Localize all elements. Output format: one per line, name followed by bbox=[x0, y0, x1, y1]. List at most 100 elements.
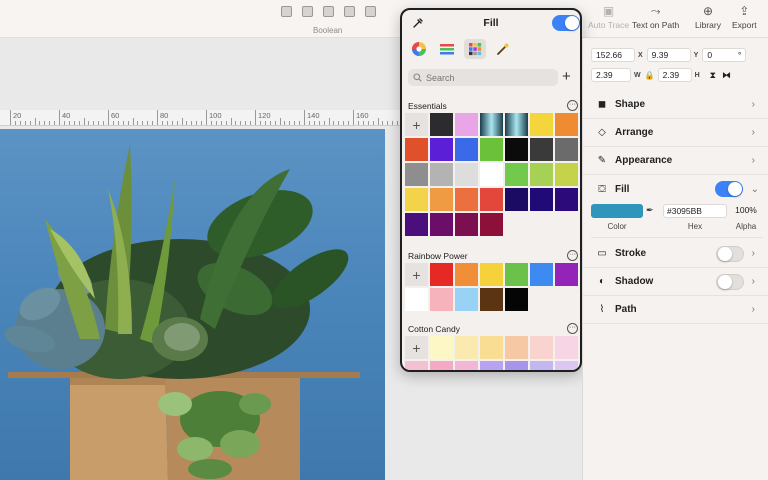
color-swatch[interactable] bbox=[504, 262, 529, 287]
color-swatch[interactable] bbox=[404, 287, 429, 312]
color-swatch[interactable] bbox=[504, 335, 529, 360]
fill-toggle[interactable] bbox=[714, 181, 743, 197]
alpha-field[interactable]: 100% bbox=[731, 205, 761, 215]
export-button[interactable]: ⇪ Export bbox=[732, 5, 757, 30]
color-swatch[interactable] bbox=[404, 187, 429, 212]
color-swatch[interactable] bbox=[404, 137, 429, 162]
color-swatch[interactable] bbox=[554, 162, 579, 187]
color-swatch[interactable] bbox=[504, 287, 529, 312]
more-options-icon[interactable]: ··· bbox=[567, 250, 578, 261]
color-swatch[interactable] bbox=[554, 360, 579, 370]
color-swatch[interactable] bbox=[454, 262, 479, 287]
color-swatch[interactable] bbox=[479, 112, 504, 137]
color-swatch[interactable] bbox=[479, 262, 504, 287]
color-swatch[interactable] bbox=[454, 187, 479, 212]
color-swatch[interactable] bbox=[504, 112, 529, 137]
color-swatch[interactable] bbox=[429, 162, 454, 187]
color-swatch[interactable] bbox=[479, 212, 504, 237]
flip-horizontal-icon[interactable]: ⧓ bbox=[722, 70, 731, 81]
tab-palettes[interactable] bbox=[464, 39, 486, 59]
color-swatch[interactable] bbox=[529, 335, 554, 360]
fill-row[interactable]: ⛋ Fill ⌄ bbox=[583, 175, 768, 203]
path-row[interactable]: ⌇ Path › bbox=[583, 296, 768, 324]
add-palette-button[interactable]: + bbox=[562, 68, 571, 85]
color-swatch[interactable] bbox=[429, 262, 454, 287]
color-swatch[interactable] bbox=[429, 137, 454, 162]
color-swatch[interactable] bbox=[554, 137, 579, 162]
library-button[interactable]: ⊕ Library bbox=[695, 5, 721, 30]
color-swatch[interactable] bbox=[404, 162, 429, 187]
color-swatch[interactable] bbox=[504, 187, 529, 212]
color-swatch[interactable] bbox=[529, 262, 554, 287]
shadow-row[interactable]: ◐ Shadow › bbox=[583, 268, 768, 296]
add-swatch-button[interactable]: + bbox=[404, 262, 429, 287]
search-input[interactable] bbox=[426, 72, 546, 83]
color-swatch[interactable] bbox=[429, 335, 454, 360]
color-swatch[interactable] bbox=[479, 162, 504, 187]
eyedropper-icon[interactable]: ✒ bbox=[646, 205, 654, 216]
auto-trace-button[interactable]: ▣ Auto Trace bbox=[588, 5, 629, 30]
flip-vertical-icon[interactable]: ⧗ bbox=[710, 70, 716, 81]
color-swatch[interactable] bbox=[529, 162, 554, 187]
boolean-intersect-icon[interactable] bbox=[323, 6, 334, 17]
boolean-divide-icon[interactable] bbox=[365, 6, 376, 17]
color-swatch[interactable] bbox=[404, 212, 429, 237]
color-swatch[interactable] bbox=[504, 137, 529, 162]
color-swatch[interactable] bbox=[554, 335, 579, 360]
lock-icon[interactable]: 🔒 bbox=[645, 71, 655, 80]
color-swatch[interactable] bbox=[454, 112, 479, 137]
color-swatch[interactable] bbox=[454, 287, 479, 312]
color-swatch[interactable] bbox=[429, 360, 454, 370]
arrange-row[interactable]: ◇ Arrange › bbox=[583, 119, 768, 147]
color-swatch[interactable] bbox=[479, 287, 504, 312]
color-swatch[interactable] bbox=[454, 212, 479, 237]
tab-image-picker[interactable] bbox=[492, 39, 514, 59]
color-swatch[interactable] bbox=[554, 112, 579, 137]
shadow-toggle[interactable] bbox=[715, 273, 744, 290]
color-swatch[interactable] bbox=[504, 162, 529, 187]
add-swatch-button[interactable]: + bbox=[404, 112, 429, 137]
appearance-row[interactable]: ✎ Appearance › bbox=[583, 147, 768, 175]
y-field[interactable]: 9.39 bbox=[646, 48, 691, 62]
h-field[interactable]: 2.39 bbox=[657, 68, 692, 82]
color-swatch[interactable] bbox=[429, 212, 454, 237]
color-swatch[interactable] bbox=[454, 360, 479, 370]
color-swatch[interactable] bbox=[454, 137, 479, 162]
color-swatch[interactable] bbox=[554, 187, 579, 212]
more-options-icon[interactable]: ··· bbox=[567, 323, 578, 334]
color-swatch[interactable] bbox=[404, 360, 429, 370]
color-swatch[interactable] bbox=[429, 112, 454, 137]
w-field[interactable]: 2.39 bbox=[591, 68, 631, 82]
boolean-exclude-icon[interactable] bbox=[344, 6, 355, 17]
plant-photo[interactable] bbox=[0, 129, 385, 480]
tab-color-wheel[interactable] bbox=[408, 39, 430, 59]
hex-field[interactable]: #3095BB bbox=[663, 204, 727, 218]
color-swatch[interactable] bbox=[529, 360, 554, 370]
color-swatch[interactable] bbox=[504, 360, 529, 370]
boolean-subtract-icon[interactable] bbox=[302, 6, 313, 17]
chevron-down-icon[interactable]: ⌄ bbox=[751, 184, 759, 195]
more-options-icon[interactable]: ··· bbox=[567, 100, 578, 111]
add-swatch-button[interactable]: + bbox=[404, 335, 429, 360]
color-swatch[interactable] bbox=[529, 187, 554, 212]
text-on-path-button[interactable]: ⤳ Text on Path bbox=[632, 5, 679, 30]
tab-sliders[interactable] bbox=[436, 39, 458, 59]
color-swatch[interactable] bbox=[429, 287, 454, 312]
shape-row[interactable]: ◼ Shape › bbox=[583, 91, 768, 119]
color-swatch[interactable] bbox=[554, 262, 579, 287]
color-swatch[interactable] bbox=[479, 335, 504, 360]
color-swatch[interactable] bbox=[479, 360, 504, 370]
x-field[interactable]: 152.66 bbox=[591, 48, 635, 62]
color-swatch[interactable] bbox=[429, 187, 454, 212]
color-swatch[interactable] bbox=[479, 137, 504, 162]
fill-color-swatch[interactable] bbox=[591, 204, 643, 218]
stroke-toggle[interactable] bbox=[715, 245, 744, 262]
fill-popover-toggle[interactable] bbox=[552, 15, 580, 31]
color-swatch[interactable] bbox=[454, 162, 479, 187]
stroke-row[interactable]: ▭ Stroke › bbox=[583, 240, 768, 268]
color-swatch[interactable] bbox=[479, 187, 504, 212]
boolean-union-icon[interactable] bbox=[281, 6, 292, 17]
color-swatch[interactable] bbox=[529, 137, 554, 162]
color-swatch[interactable] bbox=[529, 112, 554, 137]
color-swatch[interactable] bbox=[454, 335, 479, 360]
